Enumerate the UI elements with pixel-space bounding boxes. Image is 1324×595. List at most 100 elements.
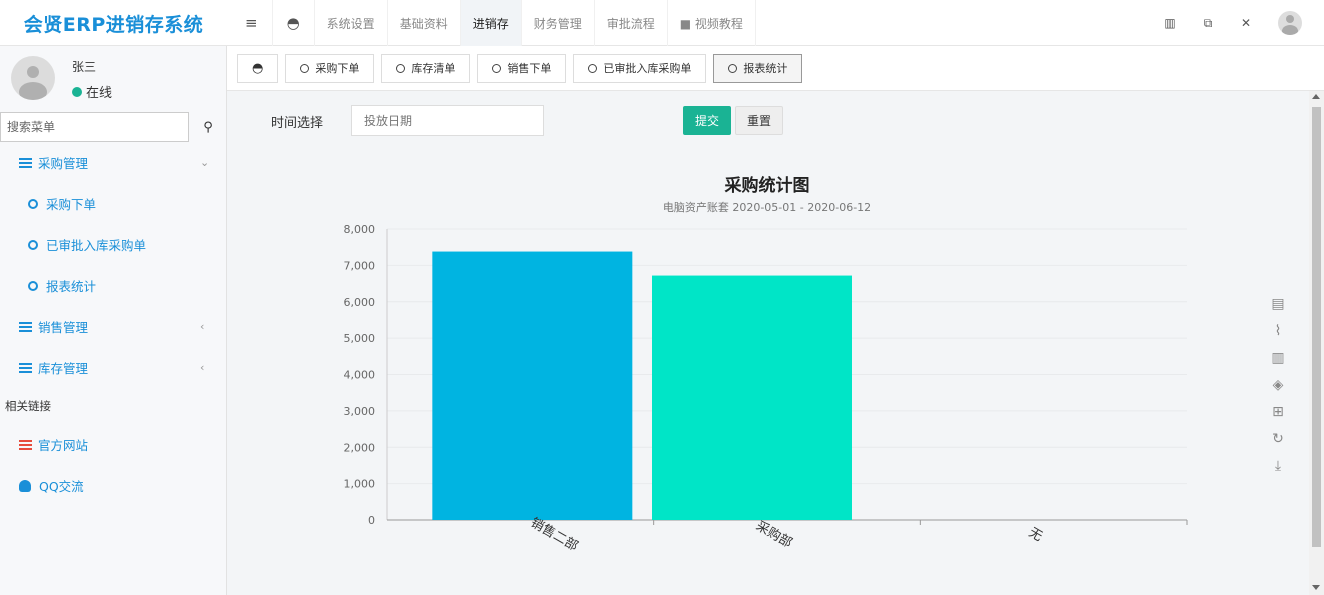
y-tick-label: 4,000 [344, 369, 376, 382]
scroll-thumb[interactable] [1312, 107, 1321, 547]
brand-logo[interactable]: 会贤ERP进销存系统 [0, 0, 227, 46]
nav-basic-data[interactable]: 基础资料 [388, 0, 461, 46]
list-icon [19, 321, 32, 332]
sidebar-menu: 采购管理 ⌄ 采购下单 已审批入库采购单 报表统计 销售管理 ‹ 库存管理 ‹ … [0, 142, 227, 506]
y-tick-label: 8,000 [344, 223, 376, 236]
main-content: 时间选择 提交 重置 采购统计图 电脑资产账套 2020-05-01 - 202… [227, 91, 1324, 595]
scroll-up-icon[interactable] [1312, 94, 1320, 99]
circle-icon [28, 239, 38, 250]
list-icon [19, 362, 32, 373]
scrollbar[interactable] [1309, 91, 1324, 595]
restore-icon[interactable]: ↻ [1267, 426, 1289, 451]
chevron-down-icon: ⌄ [200, 156, 210, 169]
dashboard-icon[interactable]: ◓ [273, 0, 315, 46]
stack-icon[interactable]: ◈ [1267, 372, 1289, 397]
sidebar-item-label: 库存管理 [38, 361, 89, 376]
nav-inventory-sales[interactable]: 进销存 [460, 0, 522, 46]
x-tick-label: 销售二部 [528, 515, 581, 555]
circle-icon [28, 198, 38, 209]
circle-icon [728, 63, 738, 73]
sidebar-item-sales[interactable]: 销售管理 ‹ [0, 306, 227, 347]
user-name: 张三 [72, 60, 97, 74]
top-bar: 会贤ERP进销存系统 ≡ ◓ 系统设置 基础资料 进销存 财务管理 审批流程 ■… [0, 0, 1324, 46]
tab-label: 采购下单 [315, 62, 360, 75]
circle-icon [492, 63, 502, 73]
sidebar-item-label: QQ交流 [39, 479, 84, 494]
y-tick-label: 7,000 [344, 259, 376, 272]
user-avatar [11, 56, 55, 100]
y-tick-label: 5,000 [344, 332, 376, 345]
tiled-icon[interactable]: ⊞ [1267, 399, 1289, 424]
circle-icon [28, 280, 38, 291]
tab-report-stats[interactable]: 报表统计 [713, 53, 803, 83]
sidebar-item-label: 报表统计 [46, 279, 97, 294]
x-tick-label: 采购部 [753, 518, 795, 551]
sidebar-links-header: 相关链接 [5, 399, 51, 413]
tab-sales-order[interactable]: 销售下单 [477, 53, 567, 83]
chevron-left-icon: ‹ [200, 361, 205, 374]
fullscreen-icon[interactable]: ✕ [1230, 16, 1262, 30]
bar-chart: 0 1,000 2,000 3,000 4,000 5,000 6,000 7,000 8,00… [344, 223, 1188, 555]
user-panel: 张三 在线 [0, 46, 226, 108]
x-tick-label: 无 [1026, 525, 1045, 544]
sidebar-item-purchase-order[interactable]: 采购下单 [0, 183, 227, 224]
scroll-down-icon[interactable] [1312, 585, 1320, 590]
y-tick-label: 0 [368, 514, 375, 527]
search-input[interactable] [0, 112, 189, 142]
tab-label: 库存清单 [411, 62, 456, 75]
tab-purchase-order[interactable]: 采购下单 [285, 53, 375, 83]
bar [432, 251, 633, 521]
tab-approved-orders[interactable]: 已审批入库采购单 [573, 53, 707, 83]
chevron-left-icon: ‹ [200, 320, 205, 333]
circle-icon [300, 63, 310, 73]
y-tick-label: 6,000 [344, 296, 376, 309]
page-tabs: ◓ 采购下单 库存清单 销售下单 已审批入库采购单 报表统计 [227, 46, 1324, 91]
download-icon[interactable]: ⤓ [1267, 453, 1289, 478]
sidebar-search: ⚲ [0, 112, 227, 142]
chart-toolbox: ▤ ⌇ ▥ ◈ ⊞ ↻ ⤓ [1267, 291, 1293, 480]
user-status-label: 在线 [86, 86, 113, 101]
sidebar-item-inventory[interactable]: 库存管理 ‹ [0, 347, 227, 388]
sidebar-item-purchase[interactable]: 采购管理 ⌄ [0, 142, 227, 183]
bar-chart-icon[interactable]: ▥ [1267, 345, 1289, 370]
sidebar-item-label: 官方网站 [38, 438, 89, 453]
tab-label: 报表统计 [743, 62, 788, 75]
y-tick-label: 1,000 [344, 478, 376, 491]
sidebar-item-report-stats[interactable]: 报表统计 [0, 265, 227, 306]
y-tick-label: 3,000 [344, 405, 376, 418]
line-chart-icon[interactable]: ⌇ [1267, 318, 1289, 343]
language-icon[interactable]: ⧉ [1192, 16, 1224, 31]
search-icon[interactable]: ⚲ [189, 112, 227, 142]
tab-home-icon[interactable]: ◓ [237, 53, 279, 83]
user-status: 在线 [72, 82, 112, 101]
online-status-icon [72, 86, 82, 97]
top-nav: ≡ ◓ 系统设置 基础资料 进销存 财务管理 审批流程 ■ 视频教程 [231, 0, 756, 46]
list-icon [19, 157, 32, 168]
sidebar-item-official-site[interactable]: 官方网站 [0, 424, 227, 465]
bar [652, 275, 852, 520]
tab-label: 销售下单 [507, 62, 552, 75]
menu-toggle-icon[interactable]: ≡ [231, 0, 273, 46]
y-tick-label: 2,000 [344, 441, 376, 454]
circle-icon [588, 63, 598, 73]
sidebar-item-approved-orders[interactable]: 已审批入库采购单 [0, 224, 227, 265]
top-right-tools: ▥ ⧉ ✕ [1154, 0, 1324, 46]
sidebar-item-qq[interactable]: QQ交流 [0, 465, 227, 506]
avatar[interactable] [1278, 11, 1302, 35]
nav-video-tutorial[interactable]: ■ 视频教程 [668, 0, 756, 46]
sidebar-item-label: 销售管理 [38, 320, 89, 335]
qq-icon [19, 479, 31, 492]
tab-label: 已审批入库采购单 [603, 62, 692, 75]
nav-system-settings[interactable]: 系统设置 [315, 0, 388, 46]
data-view-icon[interactable]: ▤ [1267, 291, 1289, 316]
list-icon [19, 439, 32, 450]
sidebar: 张三 在线 ⚲ 采购管理 ⌄ 采购下单 已审批入库采购单 报表统计 销售管理 [0, 46, 227, 595]
sidebar-item-label: 采购管理 [38, 156, 89, 171]
nav-finance[interactable]: 财务管理 [522, 0, 595, 46]
sidebar-item-label: 采购下单 [46, 197, 97, 212]
trash-icon[interactable]: ▥ [1154, 16, 1186, 30]
tab-inventory-list[interactable]: 库存清单 [381, 53, 471, 83]
sidebar-item-label: 已审批入库采购单 [46, 238, 147, 253]
nav-approval-flow[interactable]: 审批流程 [595, 0, 668, 46]
circle-icon [396, 63, 406, 73]
